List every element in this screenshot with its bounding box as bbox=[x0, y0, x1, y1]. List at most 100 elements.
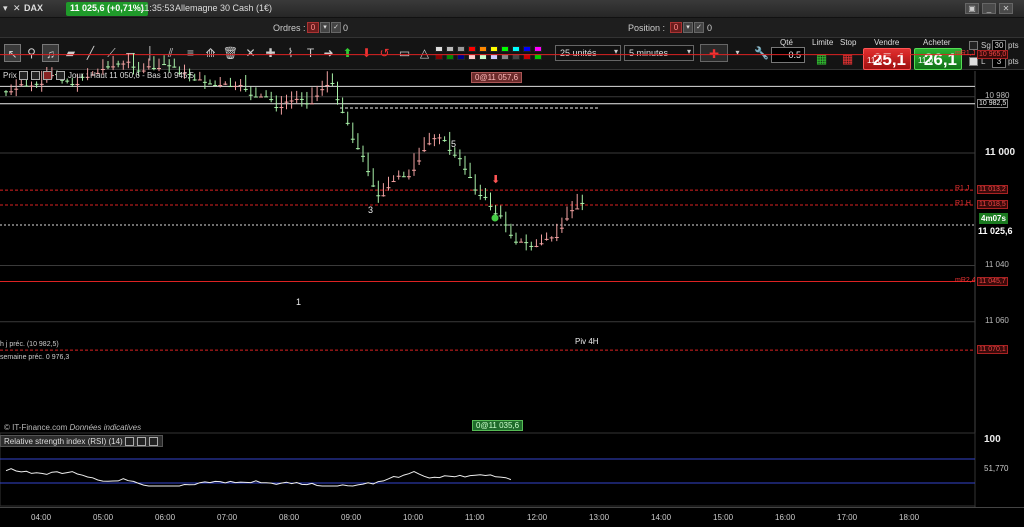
candle-body bbox=[417, 160, 422, 162]
candle-body bbox=[131, 66, 136, 68]
current-price-label: 11 025,6 bbox=[977, 226, 1014, 236]
candle-body bbox=[325, 84, 330, 86]
candle-body bbox=[401, 176, 406, 178]
candle-body bbox=[335, 99, 340, 101]
candle-body bbox=[310, 103, 314, 105]
candle-body bbox=[575, 208, 580, 210]
close-icon[interactable] bbox=[55, 71, 65, 81]
window-icon[interactable] bbox=[137, 437, 147, 447]
candle-body bbox=[243, 88, 248, 90]
time-axis-label: 16:00 bbox=[775, 513, 796, 522]
candle-body bbox=[432, 138, 437, 140]
level-value: 10 965,0 bbox=[977, 49, 1009, 59]
time-axis-label: 06:00 bbox=[155, 513, 176, 522]
candle-body bbox=[320, 89, 325, 91]
candle-body bbox=[340, 111, 345, 113]
candle-body bbox=[442, 140, 447, 142]
candle-body bbox=[100, 69, 105, 71]
candle-body bbox=[269, 99, 274, 101]
candle-body bbox=[350, 138, 355, 140]
time-axis-label: 17:00 bbox=[837, 513, 858, 522]
time-axis-label: 10:00 bbox=[403, 513, 424, 522]
time-axis-label: 07:00 bbox=[217, 513, 238, 522]
candle-body bbox=[29, 85, 34, 87]
level-label: R1,H bbox=[955, 200, 971, 208]
time-axis-label: 14:00 bbox=[651, 513, 672, 522]
candle-body bbox=[116, 63, 121, 65]
candle-body bbox=[121, 63, 126, 65]
level-value: 11 070,1 bbox=[977, 345, 1008, 355]
time-axis-label: 08:00 bbox=[279, 513, 300, 522]
time-axis-label: 12:00 bbox=[527, 513, 548, 522]
close-icon[interactable] bbox=[149, 437, 159, 447]
candle-body bbox=[488, 205, 493, 207]
level-value: 11 018,5 bbox=[977, 200, 1008, 210]
candle-body bbox=[452, 154, 457, 156]
candle-body bbox=[529, 245, 534, 247]
window-icon[interactable] bbox=[31, 71, 41, 81]
candle-body bbox=[259, 96, 263, 98]
price-axis-label: 11 000 bbox=[985, 147, 1016, 158]
candle-body bbox=[554, 236, 559, 238]
candle-body bbox=[75, 83, 80, 85]
candle-body bbox=[167, 65, 172, 67]
candle-body bbox=[162, 64, 167, 66]
time-axis-label: 05:00 bbox=[93, 513, 114, 522]
candle-body bbox=[111, 66, 116, 68]
pending-order-badge-top[interactable]: 0@11 057,6 bbox=[471, 72, 523, 83]
rsi-axis-top: 100 bbox=[984, 434, 1001, 445]
candle-body bbox=[19, 84, 24, 86]
candle-body bbox=[228, 86, 233, 88]
candle-body bbox=[274, 107, 279, 109]
candle-body bbox=[126, 61, 131, 63]
main-panel bbox=[0, 71, 975, 432]
candle-body bbox=[289, 100, 294, 102]
candle-body bbox=[355, 148, 360, 150]
candle-body bbox=[361, 155, 365, 157]
buy-signal-icon bbox=[491, 214, 499, 222]
candle-body bbox=[493, 213, 498, 215]
candle-body bbox=[503, 224, 508, 226]
candle-body bbox=[70, 83, 75, 85]
rsi-header: Relative strength index (RSI) (14) bbox=[0, 435, 164, 447]
candle-body bbox=[279, 107, 284, 109]
candle-body bbox=[233, 86, 238, 88]
candle-body bbox=[422, 150, 427, 152]
candle-body bbox=[4, 91, 8, 93]
candle-body bbox=[478, 194, 483, 196]
candle-body bbox=[534, 245, 539, 247]
prev-week-label: semaine préc. 0 976,3 bbox=[0, 354, 70, 361]
hide-icon[interactable] bbox=[43, 71, 53, 81]
candle-body bbox=[437, 137, 442, 139]
candle-body bbox=[299, 98, 304, 100]
candle-body bbox=[498, 215, 503, 217]
candle-body bbox=[238, 85, 243, 87]
pivot-label: Piv 4H bbox=[575, 337, 599, 346]
candle-body bbox=[539, 243, 544, 245]
candle-body bbox=[151, 68, 156, 70]
wave-label-3: 3 bbox=[368, 205, 374, 215]
candle-body bbox=[519, 241, 524, 243]
countdown-badge: 4m07s bbox=[979, 213, 1008, 224]
candle-body bbox=[294, 98, 299, 100]
candle-body bbox=[570, 210, 575, 212]
price-series-label: Prix bbox=[3, 71, 17, 80]
day-high-low: Jour : Haut 11 050,6 - Bas 10 945,5 bbox=[67, 71, 195, 80]
pending-order-badge-bottom[interactable]: 0@11 035,6 bbox=[472, 420, 524, 431]
wrench-icon[interactable] bbox=[124, 437, 134, 447]
candle-body bbox=[580, 202, 585, 204]
candle-body bbox=[366, 171, 371, 173]
time-axis-label: 15:00 bbox=[713, 513, 734, 522]
candle-body bbox=[468, 177, 473, 179]
candle-body bbox=[386, 187, 391, 189]
config-icon[interactable] bbox=[19, 71, 29, 81]
candle-body bbox=[157, 68, 161, 70]
candle-body bbox=[565, 218, 569, 220]
level-value: 11 045,7 bbox=[977, 276, 1008, 286]
rsi-title: Relative strength index (RSI) (14) bbox=[4, 437, 123, 446]
rsi-value: 51,770 bbox=[984, 464, 1009, 473]
candle-body bbox=[9, 91, 14, 93]
price-axis-label: 11 040 bbox=[985, 259, 1009, 269]
candle-body bbox=[172, 66, 177, 68]
level-label: mR2,4 bbox=[955, 276, 976, 284]
